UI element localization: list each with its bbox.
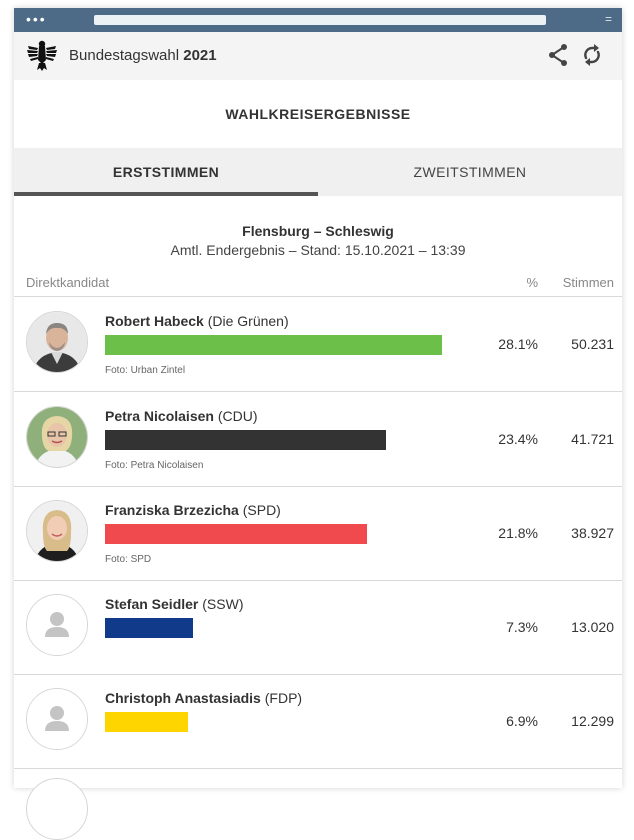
photo-credit: Foto: Petra Nicolaisen [105,460,204,471]
vote-share-bar [105,430,386,450]
column-votes: Stimmen [562,275,614,290]
vote-bar-track [105,712,445,732]
app-title: Bundestagswahl 2021 [69,47,217,64]
votes-value: 38.927 [571,525,614,541]
window-chrome: ••• = [14,8,622,32]
candidate-photo [26,778,88,840]
candidate-row[interactable]: Franziska Brzezicha (SPD) Foto: SPD 21.8… [14,486,622,580]
tab-erststimmen[interactable]: ERSTSTIMMEN [14,148,318,196]
refresh-icon[interactable] [580,42,604,68]
photo-man [27,312,87,372]
candidate-row[interactable]: Robert Habeck (Die Grünen) Foto: Urban Z… [14,297,622,391]
vote-bar-track [105,618,445,638]
candidate-name-text: Robert Habeck [105,313,204,329]
votes-value: 12.299 [571,713,614,729]
percent-value: 7.3% [506,619,538,635]
candidate-photo [26,594,88,656]
candidate-photo [26,311,88,373]
candidate-name: Franziska Brzezicha (SPD) [105,502,281,518]
vote-bar-track [105,430,445,450]
candidate-name-text: Christoph Anastasiadis [105,690,261,706]
candidate-row[interactable]: Stefan Seidler (SSW) 7.3% 13.020 [14,580,622,674]
column-candidate: Direktkandidat [26,275,110,290]
votes-value: 13.020 [571,619,614,635]
candidate-name-text: Stefan Seidler [105,596,199,612]
party-label: (Die Grünen) [203,313,289,329]
candidate-name: Stefan Seidler (SSW) [105,596,243,612]
candidate-name: Petra Nicolaisen (CDU) [105,408,257,424]
percent-value: 28.1% [498,336,538,352]
candidate-name-text: Petra Nicolaisen [105,408,214,424]
placeholder-person-icon [27,595,87,655]
party-label: (FDP) [260,690,303,706]
column-percent: % [526,275,538,290]
district-info: Flensburg – Schleswig Amtl. Endergebnis … [14,223,622,258]
window-dots: ••• [26,11,47,27]
section-title: WAHLKREISERGEBNISSE [225,106,411,122]
votes-value: 41.721 [571,431,614,447]
share-icon[interactable] [546,42,570,68]
vote-share-bar [105,524,367,544]
candidate-row[interactable]: Christoph Anastasiadis (FDP) 6.9% 12.299 [14,674,622,768]
vote-share-bar [105,335,442,355]
table-header: Direktkandidat % Stimmen [14,275,622,295]
menu-icon[interactable]: = [605,12,612,26]
vote-bar-track [105,524,445,544]
votes-value: 50.231 [571,336,614,352]
address-bar[interactable] [94,15,546,25]
party-label: (CDU) [213,408,258,424]
party-label: (SSW) [198,596,244,612]
photo-credit: Foto: Urban Zintel [105,365,186,376]
vote-tabs: ERSTSTIMMEN ZWEITSTIMMEN [14,148,622,196]
vote-share-bar [105,712,188,732]
photo-woman [27,501,87,561]
party-label: (SPD) [238,502,281,518]
percent-value: 6.9% [506,713,538,729]
candidate-row[interactable]: Petra Nicolaisen (CDU) Foto: Petra Nicol… [14,392,622,486]
placeholder-person-icon [27,689,87,749]
candidate-photo [26,688,88,750]
candidate-photo [26,500,88,562]
app-name: Bundestagswahl [69,47,180,64]
tab-zweitstimmen[interactable]: ZWEITSTIMMEN [318,148,622,196]
district-name: Flensburg – Schleswig [242,223,394,239]
vote-bar-track [105,335,445,355]
candidate-name: Robert Habeck (Die Grünen) [105,313,289,329]
photo-woman-blonde [27,407,87,467]
app-header: Bundestagswahl 2021 [14,32,622,80]
vote-share-bar [105,618,193,638]
percent-value: 23.4% [498,431,538,447]
divider [14,768,622,769]
result-status: Amtl. Endergebnis – Stand: 15.10.2021 – … [170,242,466,258]
federal-eagle-icon [27,40,57,71]
percent-value: 21.8% [498,525,538,541]
election-year: 2021 [183,47,217,64]
photo-credit: Foto: SPD [105,554,152,565]
candidate-photo [26,406,88,468]
candidate-name-text: Franziska Brzezicha [105,502,239,518]
candidate-name: Christoph Anastasiadis (FDP) [105,690,302,706]
app-frame: ••• = Bundestagswahl 2021 WAHLKREISERGEB… [14,8,622,840]
